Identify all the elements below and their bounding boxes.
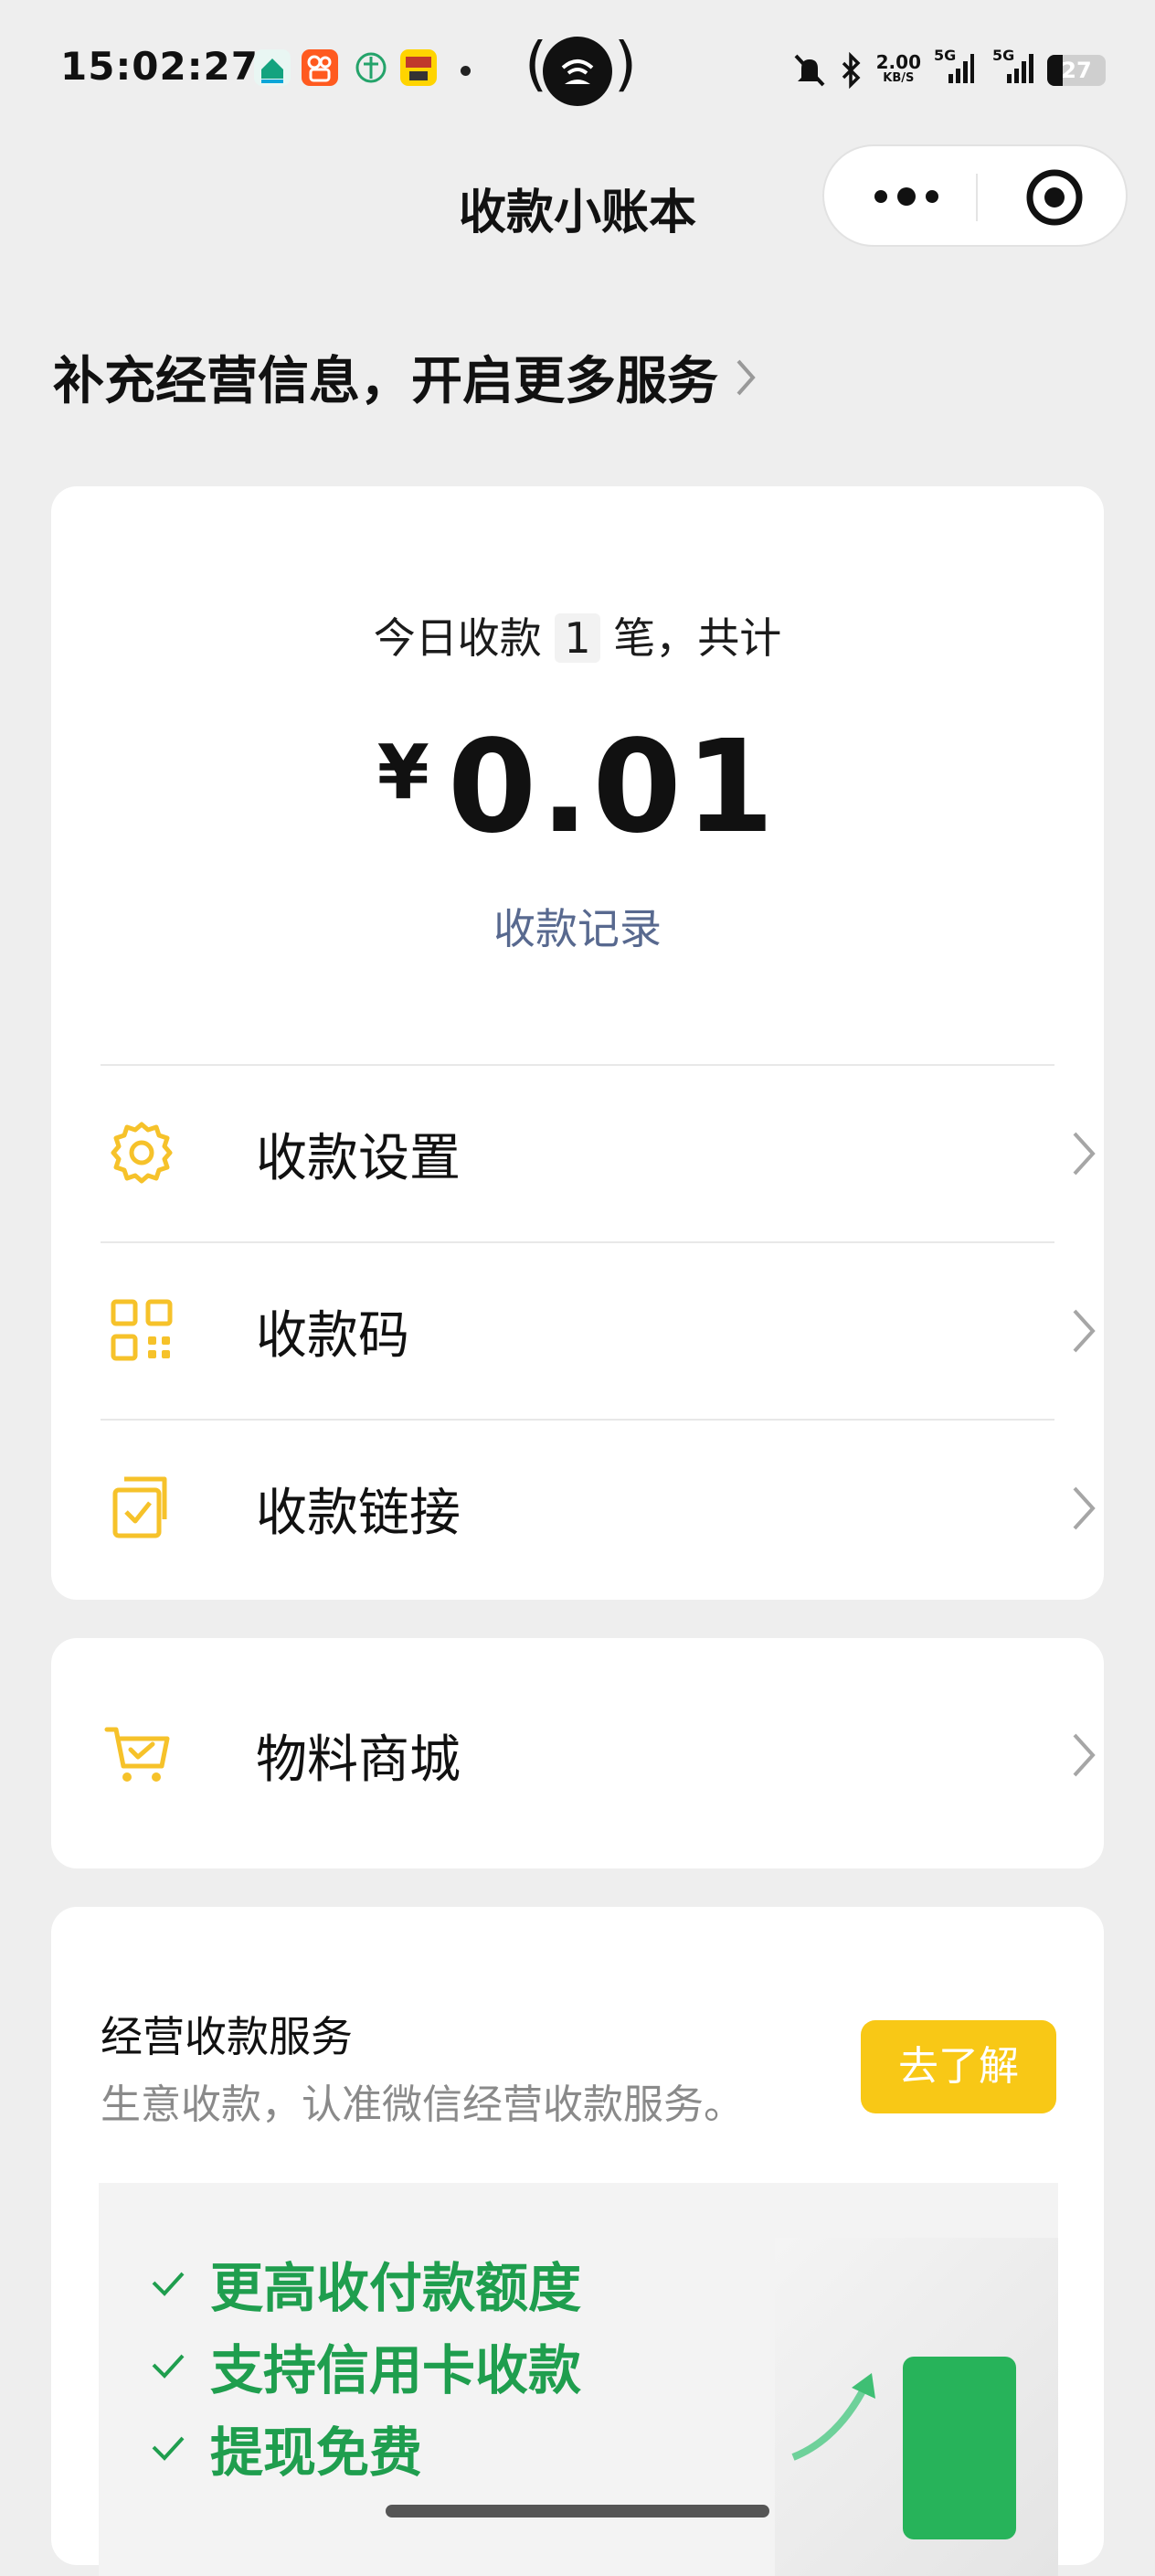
link-check-icon — [112, 1476, 167, 1538]
feature-item: 更高收付款额度 — [150, 2245, 581, 2322]
business-payment-service-card: 经营收款服务 生意收款，认准微信经营收款服务。 去了解 更高收付款额度 支持信用… — [51, 1907, 1104, 2576]
amount-value: 0.01 — [447, 713, 779, 862]
menu-item-label: 收款码 — [256, 1306, 409, 1366]
feature-item: 支持信用卡收款 — [150, 2327, 581, 2404]
complete-business-info-link[interactable]: 补充经营信息，开启更多服务 — [53, 340, 757, 414]
feature-text: 支持信用卡收款 — [210, 2339, 582, 2401]
count-prefix: 今日收款 — [373, 613, 542, 663]
target-close-icon[interactable] — [1023, 166, 1086, 229]
service-title: 经营收款服务 — [101, 2012, 353, 2061]
currency-symbol: ¥ — [376, 729, 429, 816]
check-icon — [152, 2354, 185, 2379]
menu-item-label: 收款链接 — [256, 1484, 461, 1543]
menu-item-shop[interactable]: 物料商城 — [101, 1666, 1104, 1843]
vivo-home-icon — [254, 49, 291, 86]
arrow-up-icon — [791, 2373, 875, 2461]
receipt-summary-card: 今日收款 1 笔，共计 ¥0.01 收款记录 收款设置 收款码 收款链接 — [51, 486, 1104, 1600]
chevron-right-icon — [1073, 1309, 1096, 1353]
menu-item-qr-code[interactable]: 收款码 — [101, 1241, 1104, 1419]
status-time: 15:02:27 — [60, 44, 259, 89]
home-indicator[interactable] — [386, 2505, 769, 2517]
service-subtitle: 生意收款，认准微信经营收款服务。 — [101, 2081, 744, 2128]
divider — [101, 1419, 1054, 1421]
net-speed: 2.00 KB/S — [876, 53, 921, 87]
chevron-right-icon — [1073, 1733, 1096, 1777]
chevron-right-icon — [1073, 1486, 1096, 1530]
check-icon — [152, 2436, 185, 2461]
more-dots-icon[interactable] — [870, 183, 943, 210]
battery-icon: 27 — [1047, 55, 1106, 86]
materials-shop-card[interactable]: 物料商城 — [51, 1638, 1104, 1868]
menu-item-settings[interactable]: 收款设置 — [101, 1064, 1104, 1241]
chevron-right-icon — [736, 359, 756, 395]
bluetooth-icon — [842, 52, 861, 89]
system-icons: 2.00 KB/S 5G 5G 27 — [792, 47, 1106, 93]
battery-level: 27 — [1061, 58, 1092, 83]
chevron-right-icon — [1073, 1132, 1096, 1176]
wifi-hotspot-icon: ( ) — [525, 31, 637, 106]
signal-label-2: 5G — [992, 47, 1015, 64]
menu-item-label: 物料商城 — [256, 1730, 461, 1790]
check-icon — [152, 2272, 185, 2296]
phone-illustration — [903, 2357, 1016, 2539]
mini-program-capsule — [822, 144, 1128, 247]
feature-text: 提现免费 — [210, 2422, 423, 2484]
menu-item-payment-link[interactable]: 收款链接 — [101, 1419, 1104, 1596]
gear-icon — [111, 1122, 173, 1184]
signal-5g-2: 5G — [987, 47, 1034, 90]
count-suffix: 笔，共计 — [613, 613, 782, 663]
cart-icon — [104, 1727, 170, 1782]
promo-text: 补充经营信息，开启更多服务 — [53, 352, 718, 411]
divider — [101, 1064, 1054, 1066]
today-count: 今日收款 1 笔，共计 — [51, 605, 1104, 665]
today-amount: ¥0.01 — [51, 713, 1104, 862]
feature-text: 更高收付款额度 — [210, 2257, 582, 2319]
divider — [101, 1241, 1054, 1243]
network-icon — [353, 49, 389, 86]
qr-code-icon — [111, 1299, 173, 1361]
records-link[interactable]: 收款记录 — [51, 896, 1104, 956]
count-value: 1 — [555, 613, 600, 663]
game-icon — [400, 49, 437, 86]
feature-item: 提现免费 — [150, 2410, 422, 2486]
notification-dot — [461, 66, 471, 76]
capsule-divider — [976, 174, 978, 221]
banner-illustration — [775, 2238, 1058, 2576]
signal-5g-1: 5G — [934, 47, 974, 90]
learn-more-button[interactable]: 去了解 — [861, 2020, 1056, 2113]
menu-item-label: 收款设置 — [256, 1129, 461, 1188]
signal-label-1: 5G — [934, 47, 957, 64]
mute-bell-icon — [794, 54, 825, 87]
status-bar: 15:02:27 ( ) 2.00 KB/S 5G 5G 27 — [0, 0, 1155, 137]
kuaishou-icon — [302, 49, 338, 86]
